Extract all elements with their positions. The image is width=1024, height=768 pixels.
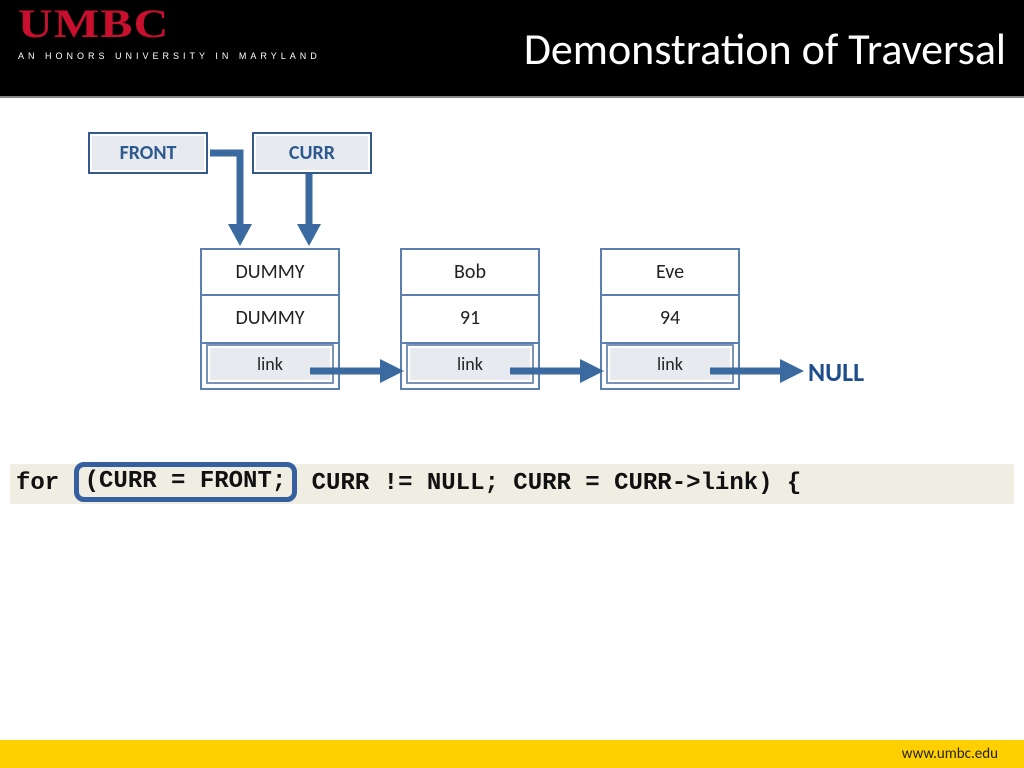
node-name: DUMMY bbox=[200, 248, 340, 296]
arrow-curr-to-dummy bbox=[294, 174, 324, 248]
logo-subtitle: AN HONORS UNIVERSITY IN MARYLAND bbox=[18, 51, 321, 61]
code-highlight: (CURR = FRONT; bbox=[74, 462, 298, 502]
null-label: NULL bbox=[808, 356, 864, 388]
node-value: 91 bbox=[400, 296, 540, 344]
footer: www.umbc.edu bbox=[0, 740, 1024, 768]
arrow-link-null bbox=[710, 356, 805, 386]
slide-title: Demonstration of Traversal bbox=[524, 22, 1006, 76]
arrow-front-to-dummy bbox=[170, 150, 250, 250]
node-value: 94 bbox=[600, 296, 740, 344]
logo-text: UMBC bbox=[18, 0, 381, 47]
footer-url: www.umbc.edu bbox=[902, 745, 998, 763]
header: UMBC AN HONORS UNIVERSITY IN MARYLAND De… bbox=[0, 0, 1024, 96]
curr-pointer-box: CURR bbox=[252, 132, 372, 174]
code-post: CURR != NULL; CURR = CURR->link) { bbox=[297, 470, 801, 497]
node-name: Eve bbox=[600, 248, 740, 296]
arrow-link-2 bbox=[510, 356, 605, 386]
diagram: FRONT CURR DUMMY DUMMY link Bob 91 link … bbox=[0, 96, 1024, 706]
code-line: for (CURR = FRONT; CURR != NULL; CURR = … bbox=[10, 464, 1014, 504]
logo: UMBC AN HONORS UNIVERSITY IN MARYLAND bbox=[18, 0, 321, 61]
arrow-link-1 bbox=[310, 356, 405, 386]
node-name: Bob bbox=[400, 248, 540, 296]
code-pre: for bbox=[16, 470, 74, 497]
node-value: DUMMY bbox=[200, 296, 340, 344]
